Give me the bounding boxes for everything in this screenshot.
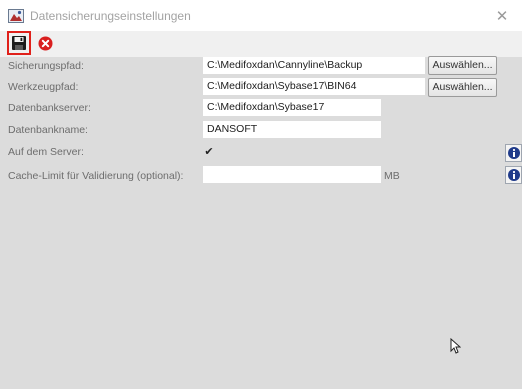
cache-limit-unit: MB <box>384 170 400 182</box>
db-server-input[interactable]: C:\Medifoxdan\Sybase17 <box>203 99 381 116</box>
backup-path-input[interactable]: C:\Medifoxdan\Cannyline\Backup <box>203 57 425 74</box>
backup-settings-window: Datensicherungseinstellungen ✕ Sicherung… <box>0 0 522 389</box>
tool-path-input[interactable]: C:\Medifoxdan\Sybase17\BIN64 <box>203 78 425 95</box>
tool-path-browse-button[interactable]: Auswählen... <box>428 78 497 97</box>
db-name-label: Datenbankname: <box>8 124 88 136</box>
window-title: Datensicherungseinstellungen <box>30 9 191 23</box>
cache-limit-info-button[interactable] <box>505 166 522 184</box>
checkmark-icon: ✔ <box>204 146 214 158</box>
tool-path-label: Werkzeugpfad: <box>8 81 79 93</box>
cache-limit-input[interactable] <box>203 166 381 183</box>
info-icon <box>507 169 520 181</box>
on-server-info-button[interactable] <box>505 144 522 162</box>
backup-path-browse-button[interactable]: Auswählen... <box>428 56 497 75</box>
info-icon <box>507 147 520 159</box>
db-name-input[interactable]: DANSOFT <box>203 121 381 138</box>
cache-limit-label: Cache-Limit für Validierung (optional): <box>8 170 184 182</box>
close-icon: ✕ <box>495 7 509 25</box>
on-server-checkbox[interactable]: ✔ <box>203 146 215 158</box>
app-icon <box>8 9 24 23</box>
save-button[interactable] <box>7 31 31 55</box>
db-server-label: Datenbankserver: <box>8 102 91 114</box>
close-button[interactable]: ✕ <box>482 0 522 31</box>
mouse-pointer-icon <box>450 338 461 354</box>
floppy-disk-icon <box>12 36 26 50</box>
backup-path-label: Sicherungspfad: <box>8 60 84 72</box>
cancel-button[interactable] <box>38 36 53 51</box>
title-bar: Datensicherungseinstellungen ✕ <box>0 0 522 31</box>
toolbar <box>0 31 522 57</box>
on-server-label: Auf dem Server: <box>8 146 84 158</box>
red-x-icon <box>38 36 53 51</box>
